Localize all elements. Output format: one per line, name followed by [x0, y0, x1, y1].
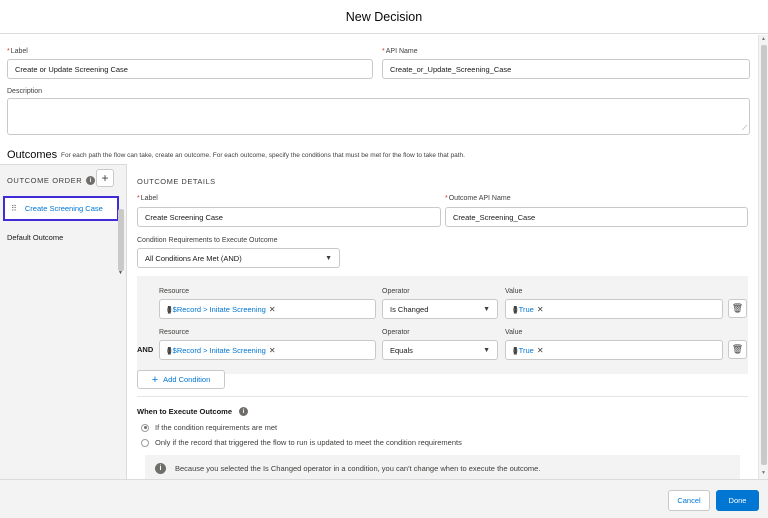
outcome-item-default[interactable]: Default Outcome	[7, 233, 63, 242]
value-pill: ()() True ✕	[513, 345, 544, 355]
info-notice: i Because you selected the Is Changed op…	[145, 455, 740, 479]
radio-button[interactable]	[141, 438, 149, 447]
resize-handle-icon[interactable]: ⟋	[742, 125, 747, 133]
plus-icon: +	[151, 373, 159, 386]
value-label: Value	[505, 288, 523, 295]
outcome-details-title: OUTCOME DETAILS	[137, 177, 216, 186]
outcome-label-label: *Label	[137, 195, 158, 202]
resource-icon: ()()	[167, 304, 171, 314]
delete-condition-button[interactable]: 🗑	[728, 340, 747, 359]
outcome-api-name-input[interactable]: Create_Screening_Case	[445, 207, 748, 227]
outcome-item-create-screening-case[interactable]: ⠿ Create Screening Case	[3, 196, 119, 221]
label-field-label: *Label	[7, 48, 28, 55]
when-to-execute-title: When to Execute Outcome i	[137, 407, 249, 416]
value-input[interactable]: ()() True ✕	[505, 299, 723, 319]
resource-pill: ()() $Record > Initate Screening ✕	[167, 345, 276, 355]
done-button[interactable]: Done	[716, 490, 759, 511]
chevron-down-icon: ▼	[483, 305, 490, 313]
resource-label: Resource	[159, 329, 189, 336]
value-input[interactable]: ()() True ✕	[505, 340, 723, 360]
resource-pill: ()() $Record > Initate Screening ✕	[167, 304, 276, 314]
clear-icon[interactable]: ✕	[537, 305, 544, 314]
info-icon: i	[155, 462, 166, 474]
trash-icon: 🗑	[731, 344, 744, 354]
resource-input[interactable]: ()() $Record > Initate Screening ✕	[159, 299, 376, 319]
info-icon[interactable]: i	[86, 176, 96, 185]
and-connector: AND	[137, 345, 154, 354]
scroll-down-arrow-icon[interactable]: ▼	[118, 270, 123, 276]
clear-icon[interactable]: ✕	[537, 346, 544, 355]
boolean-icon: ()()	[513, 345, 517, 355]
resource-label: Resource	[159, 288, 189, 295]
outcome-list-scrollbar[interactable]: ▼	[118, 209, 125, 277]
condition-requirements-label: Condition Requirements to Execute Outcom…	[137, 237, 278, 244]
api-name-field-label: *API Name	[382, 48, 418, 55]
outcome-api-name-label: *Outcome API Name	[445, 195, 511, 202]
conditions-container: Resource Operator Value ()() $Record > I…	[137, 276, 748, 374]
modal-footer: Cancel Done	[0, 479, 768, 518]
resource-icon: ()()	[167, 345, 171, 355]
label-input[interactable]: Create or Update Screening Case	[7, 59, 373, 79]
chevron-down-icon: ▼	[483, 346, 490, 354]
drag-handle-icon[interactable]: ⠿	[11, 204, 17, 213]
operator-label: Operator	[382, 329, 410, 336]
scrollbar-thumb[interactable]	[761, 45, 767, 465]
clear-icon[interactable]: ✕	[269, 305, 276, 314]
add-outcome-button[interactable]: +	[96, 169, 114, 187]
radio-button[interactable]	[141, 423, 149, 432]
operator-label: Operator	[382, 288, 410, 295]
info-icon[interactable]: i	[239, 407, 249, 416]
radio-record-updated[interactable]: Only if the record that triggered the fl…	[141, 438, 462, 447]
trash-icon: 🗑	[731, 303, 744, 313]
boolean-icon: ()()	[513, 304, 517, 314]
outcomes-description: For each path the flow can take, create …	[61, 152, 465, 159]
delete-condition-button[interactable]: 🗑	[728, 299, 747, 318]
value-pill: ()() True ✕	[513, 304, 544, 314]
condition-requirements-select[interactable]: All Conditions Are Met (AND) ▼	[137, 248, 340, 268]
modal-body: *Label Create or Update Screening Case *…	[0, 35, 758, 479]
outcome-order-label: OUTCOME ORDER i	[7, 176, 96, 185]
api-name-input[interactable]: Create_or_Update_Screening_Case	[382, 59, 750, 79]
chevron-down-icon: ▼	[325, 254, 332, 262]
modal-scrollbar[interactable]: ▲ ▼	[758, 35, 768, 479]
operator-select[interactable]: Equals ▼	[382, 340, 498, 360]
scroll-down-arrow-icon[interactable]: ▼	[761, 470, 766, 476]
description-label: Description	[7, 88, 43, 95]
resource-input[interactable]: ()() $Record > Initate Screening ✕	[159, 340, 376, 360]
section-divider	[137, 396, 748, 397]
outcomes-title: Outcomes	[7, 149, 58, 161]
description-textarea[interactable]: ⟋	[7, 98, 750, 135]
radio-condition-met[interactable]: If the condition requirements are met	[141, 423, 277, 432]
modal-header: New Decision	[0, 0, 768, 34]
operator-select[interactable]: Is Changed ▼	[382, 299, 498, 319]
scroll-up-arrow-icon[interactable]: ▲	[761, 36, 766, 42]
add-condition-button[interactable]: + Add Condition	[137, 370, 225, 389]
modal-title: New Decision	[345, 9, 423, 24]
outcome-label-input[interactable]: Create Screening Case	[137, 207, 441, 227]
outcome-order-panel: OUTCOME ORDER i + ⠿ Create Screening Cas…	[0, 164, 127, 479]
value-label: Value	[505, 329, 523, 336]
clear-icon[interactable]: ✕	[269, 346, 276, 355]
cancel-button[interactable]: Cancel	[668, 490, 710, 511]
plus-icon: +	[101, 171, 109, 185]
